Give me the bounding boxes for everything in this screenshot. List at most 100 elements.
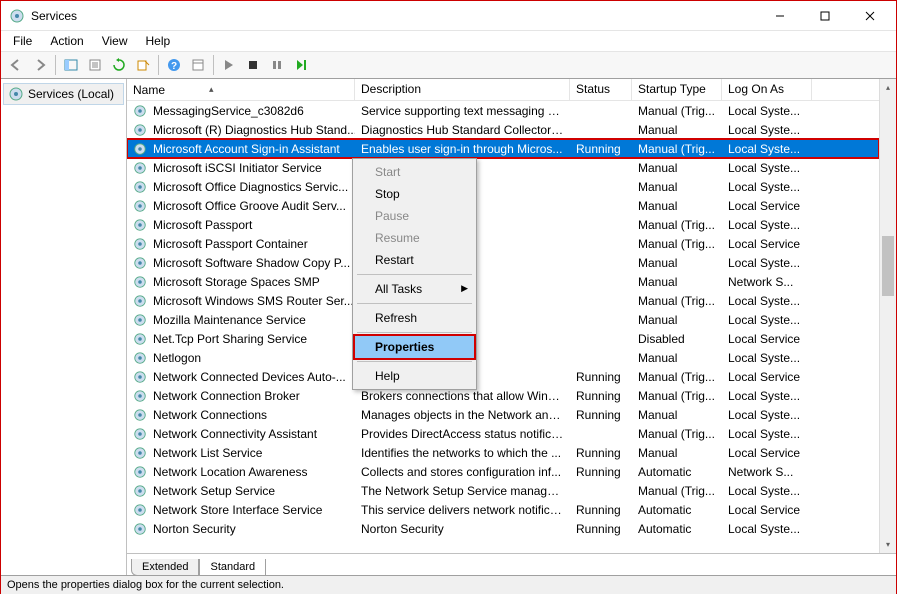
service-name-text: Microsoft (R) Diagnostics Hub Stand... [153,123,355,137]
service-row[interactable]: Microsoft Office Groove Audit Serv...Man… [127,196,879,215]
service-row[interactable]: Norton SecurityNorton SecurityRunningAut… [127,519,879,538]
service-row[interactable]: Microsoft Account Sign-in AssistantEnabl… [127,139,879,158]
title-bar: Services [1,1,896,31]
back-button[interactable] [5,54,27,76]
close-button[interactable] [847,1,892,30]
context-menu-refresh[interactable]: Refresh [355,307,474,329]
service-startup-cell: Manual (Trig... [632,293,722,309]
service-row[interactable]: Microsoft Storage Spaces SMProsoft Stora… [127,272,879,291]
tab-extended[interactable]: Extended [131,559,199,576]
service-logon-cell: Local Syste... [722,312,812,328]
service-row[interactable]: Network ConnectionsManages objects in th… [127,405,879,424]
restart-service-button[interactable] [290,54,312,76]
service-row[interactable]: Microsoft Passport Containerntity keys u… [127,234,879,253]
service-row[interactable]: Network Connectivity AssistantProvides D… [127,424,879,443]
services-list[interactable]: MessagingService_c3082d6Service supporti… [127,101,879,553]
export-list-button[interactable] [84,54,106,76]
menu-action[interactable]: Action [42,32,91,50]
service-name-cell: Microsoft Software Shadow Copy P... [127,255,355,271]
service-status-cell [570,262,632,264]
tree-pane: Services (Local) [1,79,127,575]
scroll-track[interactable] [880,96,896,536]
service-desc-cell: Identifies the networks to which the ... [355,445,570,461]
service-row[interactable]: Microsoft iSCSI Initiator Service(iSCSI)… [127,158,879,177]
column-startup-type[interactable]: Startup Type [632,79,722,100]
service-name-text: Network Connections [153,408,267,422]
context-menu-pause[interactable]: Pause [355,205,474,227]
menu-help[interactable]: Help [138,32,179,50]
sort-ascending-icon: ▴ [209,84,214,95]
context-menu-help[interactable]: Help [355,365,474,387]
service-row[interactable]: Network Location AwarenessCollects and s… [127,462,879,481]
context-menu-start[interactable]: Start [355,161,474,183]
service-status-cell [570,319,632,321]
column-status[interactable]: Status [570,79,632,100]
stop-service-button[interactable] [242,54,264,76]
tab-standard[interactable]: Standard [199,559,266,576]
minimize-button[interactable] [757,1,802,30]
refresh-button[interactable] [108,54,130,76]
service-name-cell: Network Location Awareness [127,464,355,480]
service-row[interactable]: Net.Tcp Port Sharing Servicee TCP ports … [127,329,879,348]
service-row[interactable]: Mozilla Maintenance Servicece Service en… [127,310,879,329]
menu-file[interactable]: File [5,32,40,50]
service-row[interactable]: Network Connection BrokerBrokers connect… [127,386,879,405]
help-button[interactable]: ? [163,54,185,76]
service-row[interactable]: Microsoft Office Diagnostics Servic...ft… [127,177,879,196]
context-menu-all-tasks[interactable]: All Tasks▶ [355,278,474,300]
export-button[interactable] [132,54,154,76]
tree-root-services-local[interactable]: Services (Local) [3,83,124,105]
service-logon-cell: Local Syste... [722,426,812,442]
service-name-cell: Microsoft iSCSI Initiator Service [127,160,355,176]
service-startup-cell: Manual [632,445,722,461]
scroll-thumb[interactable] [882,236,894,296]
scroll-up-button[interactable]: ▴ [880,79,896,96]
service-logon-cell: Local Service [722,331,812,347]
scroll-down-button[interactable]: ▾ [880,536,896,553]
pause-service-button[interactable] [266,54,288,76]
service-status-cell [570,338,632,340]
context-menu-stop[interactable]: Stop [355,183,474,205]
context-menu-properties[interactable]: Properties [355,336,474,358]
service-row[interactable]: Network Connected Devices Auto-...vices … [127,367,879,386]
context-menu-resume[interactable]: Resume [355,227,474,249]
maximize-button[interactable] [802,1,847,30]
column-log-on-as[interactable]: Log On As [722,79,812,100]
vertical-scrollbar[interactable]: ▴ ▾ [879,79,896,553]
context-menu-restart[interactable]: Restart [355,249,474,271]
properties-button[interactable] [187,54,209,76]
service-row[interactable]: Microsoft (R) Diagnostics Hub Stand...Di… [127,120,879,139]
service-name-text: Network Connected Devices Auto-... [153,370,346,384]
column-description[interactable]: Description [355,79,570,100]
service-status-cell [570,224,632,226]
service-row[interactable]: Network Store Interface ServiceThis serv… [127,500,879,519]
service-logon-cell: Local Syste... [722,103,812,119]
service-name-text: Network Connection Broker [153,389,300,403]
service-logon-cell: Local Service [722,445,812,461]
tree-root-label: Services (Local) [28,87,114,101]
service-row[interactable]: Network Setup ServiceThe Network Setup S… [127,481,879,500]
list-pane: Name▴ Description Status Startup Type Lo… [127,79,896,575]
service-row[interactable]: Microsoft Windows SMS Router Ser...d on … [127,291,879,310]
service-status-cell [570,186,632,188]
services-app-icon [9,8,25,24]
service-status-cell [570,205,632,207]
service-row[interactable]: Netlogonnnel between ...ManualLocal Syst… [127,348,879,367]
forward-button[interactable] [29,54,51,76]
service-startup-cell: Manual (Trig... [632,217,722,233]
service-row[interactable]: Microsoft Passporton for crypto...Manual… [127,215,879,234]
service-name-cell: Network Setup Service [127,483,355,499]
show-hide-tree-button[interactable] [60,54,82,76]
service-name-text: Microsoft Passport [153,218,252,232]
service-logon-cell: Local Syste... [722,483,812,499]
service-row[interactable]: MessagingService_c3082d6Service supporti… [127,101,879,120]
service-startup-cell: Manual [632,350,722,366]
start-service-button[interactable] [218,54,240,76]
service-status-cell [570,357,632,359]
service-row[interactable]: Microsoft Software Shadow Copy P...ed vo… [127,253,879,272]
service-logon-cell: Local Syste... [722,179,812,195]
menu-view[interactable]: View [94,32,136,50]
service-logon-cell: Local Service [722,369,812,385]
column-name[interactable]: Name▴ [127,79,355,100]
service-row[interactable]: Network List ServiceIdentifies the netwo… [127,443,879,462]
